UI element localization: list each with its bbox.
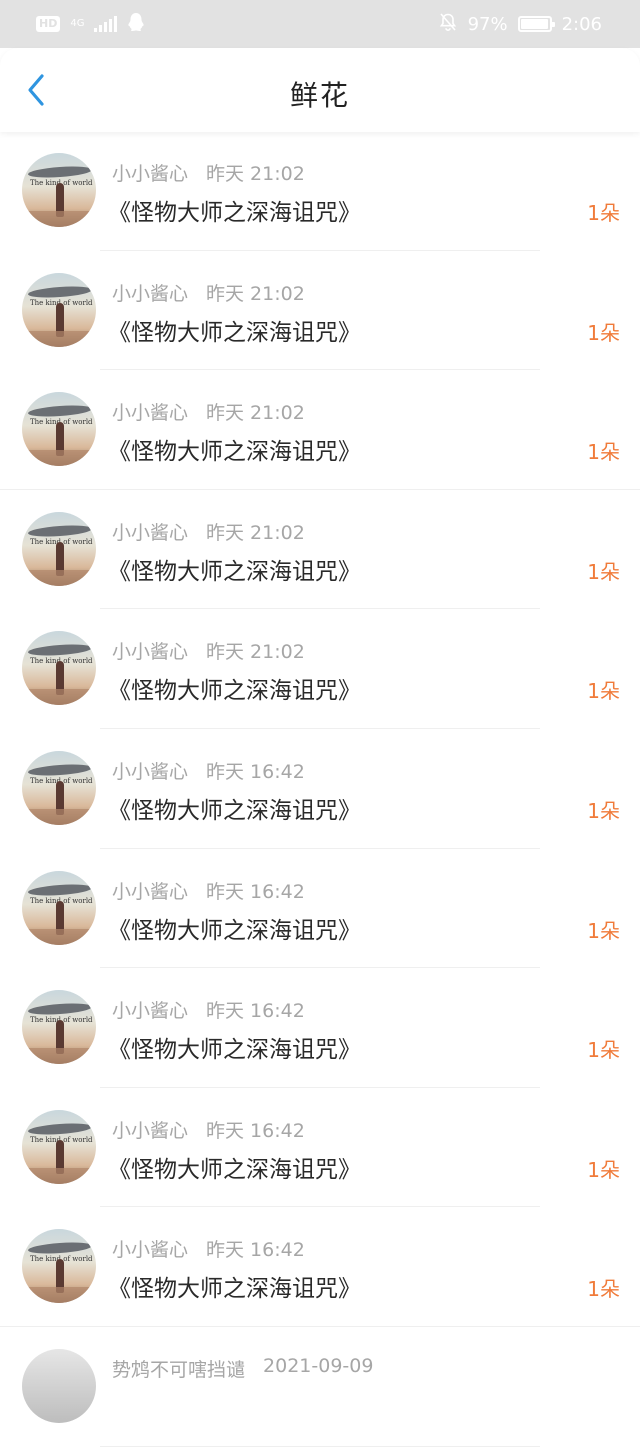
timestamp: 昨天 16:42	[206, 880, 305, 903]
avatar[interactable]: The kind of world	[22, 870, 96, 945]
timestamp: 2021-09-09	[263, 1354, 374, 1377]
qq-penguin-icon	[127, 12, 145, 37]
flower-count: 1朵	[587, 1277, 620, 1302]
user-name[interactable]: 小小酱心	[112, 279, 188, 306]
book-title[interactable]: 《怪物大师之深海诅咒》	[108, 552, 361, 586]
timestamp: 昨天 16:42	[206, 1000, 305, 1023]
page-title: 鲜花	[289, 79, 350, 112]
flower-count: 1朵	[587, 918, 620, 943]
book-title[interactable]: 《怪物大师之深海诅咒》	[108, 911, 361, 945]
hd-icon: HD	[36, 16, 61, 32]
list-item[interactable]: The kind of world 小小酱心 昨天 21:02 《怪物大师之深海诅…	[0, 370, 640, 490]
avatar[interactable]: The kind of world	[22, 750, 96, 825]
avatar[interactable]: The kind of world	[22, 272, 96, 347]
flower-count: 1朵	[587, 559, 620, 584]
user-name[interactable]: 小小酱心	[112, 996, 188, 1023]
avatar[interactable]: The kind of world	[22, 153, 96, 227]
battery-percent: 97%	[467, 13, 508, 35]
avatar[interactable]: The kind of world	[22, 511, 96, 586]
user-name[interactable]: 小小酱心	[112, 757, 188, 784]
flower-count: 1朵	[587, 798, 620, 823]
timestamp: 昨天 16:42	[206, 1239, 305, 1262]
user-name[interactable]: 小小酱心	[112, 398, 188, 425]
list-item[interactable]: The kind of world 小小酱心 昨天 16:42 《怪物大师之深海诅…	[0, 968, 640, 1088]
flower-count: 1朵	[587, 201, 620, 225]
user-name[interactable]: 小小酱心	[112, 1116, 188, 1143]
timestamp: 昨天 16:42	[206, 1119, 305, 1142]
clock: 2:06	[561, 13, 602, 35]
status-bar: HD 4G 97% 2:06	[0, 0, 640, 48]
user-name[interactable]: 小小酱心	[112, 159, 188, 186]
flower-count: 1朵	[587, 1157, 620, 1182]
flower-count: 1朵	[587, 440, 620, 465]
status-bar-right: 97% 2:06	[438, 12, 602, 37]
nav-header: 鲜花	[0, 48, 640, 132]
timestamp: 昨天 21:02	[206, 521, 305, 544]
timestamp: 昨天 16:42	[206, 760, 305, 783]
user-name[interactable]: 小小酱心	[112, 1235, 188, 1262]
list-item[interactable]: The kind of world 小小酱心 昨天 21:02 《怪物大师之深海诅…	[0, 609, 640, 729]
book-title[interactable]: 《怪物大师之深海诅咒》	[108, 1269, 361, 1303]
user-name[interactable]: 小小酱心	[112, 637, 188, 664]
book-title[interactable]: 《怪物大师之深海诅咒》	[108, 193, 361, 227]
timestamp: 昨天 21:02	[206, 282, 305, 305]
signal-icon	[94, 16, 118, 32]
user-name[interactable]: 势鸩不可嗐挡谴	[112, 1355, 245, 1382]
book-title[interactable]: 《怪物大师之深海诅咒》	[108, 671, 361, 705]
list-item[interactable]: The kind of world 小小酱心 昨天 21:02 《怪物大师之深海诅…	[0, 251, 640, 371]
list-item[interactable]: The kind of world 小小酱心 昨天 16:42 《怪物大师之深海诅…	[0, 729, 640, 849]
book-title[interactable]: 《怪物大师之深海诅咒》	[108, 1150, 361, 1184]
book-title[interactable]: 《怪物大师之深海诅咒》	[108, 432, 361, 466]
battery-icon	[517, 16, 555, 32]
network-type: 4G	[70, 18, 85, 29]
flower-record-list: The kind of world 小小酱心 昨天 21:02 《怪物大师之深海诅…	[0, 131, 640, 1447]
timestamp: 昨天 21:02	[206, 641, 305, 664]
avatar[interactable]: The kind of world	[22, 1229, 96, 1304]
timestamp: 昨天 21:02	[206, 163, 305, 185]
bell-mute-icon	[438, 12, 458, 37]
avatar[interactable]	[22, 1348, 96, 1423]
user-name[interactable]: 小小酱心	[112, 518, 188, 545]
battery-fill	[520, 19, 548, 29]
flower-count: 1朵	[587, 320, 620, 345]
avatar[interactable]: The kind of world	[22, 631, 96, 706]
status-bar-left: HD 4G	[36, 12, 145, 37]
user-name[interactable]: 小小酱心	[112, 877, 188, 904]
flower-count: 1朵	[587, 679, 620, 704]
list-item[interactable]: The kind of world 小小酱心 昨天 16:42 《怪物大师之深海诅…	[0, 849, 640, 969]
timestamp: 昨天 21:02	[206, 402, 305, 425]
list-item[interactable]: The kind of world 小小酱心 昨天 16:42 《怪物大师之深海诅…	[0, 1088, 640, 1208]
avatar[interactable]: The kind of world	[22, 990, 96, 1065]
avatar[interactable]: The kind of world	[22, 1109, 96, 1184]
list-item[interactable]: The kind of world 小小酱心 昨天 16:42 《怪物大师之深海诅…	[0, 1207, 640, 1327]
list-item[interactable]: The kind of world 小小酱心 昨天 21:02 《怪物大师之深海诅…	[0, 131, 640, 251]
flower-count: 1朵	[587, 1038, 620, 1063]
book-title[interactable]: 《怪物大师之深海诅咒》	[108, 791, 361, 825]
book-title[interactable]: 《怪物大师之深海诅咒》	[108, 313, 361, 347]
book-title[interactable]: 《怪物大师之深海诅咒》	[108, 1030, 361, 1064]
list-item[interactable]: The kind of world 小小酱心 昨天 21:02 《怪物大师之深海诅…	[0, 490, 640, 610]
avatar[interactable]: The kind of world	[22, 392, 96, 467]
